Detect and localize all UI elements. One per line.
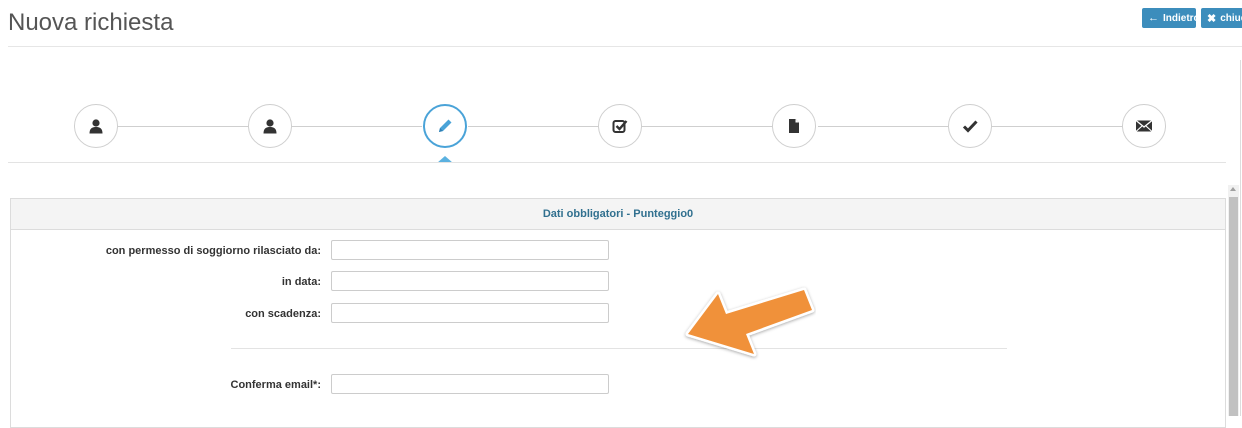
arrow-left-icon: ← [1148, 12, 1159, 24]
wizard-connector [118, 126, 248, 127]
form-row-date: in data: [11, 271, 1225, 293]
form-separator [231, 348, 1007, 349]
scrollbar[interactable] [1228, 185, 1239, 416]
mandatory-data-panel: Dati obbligatori - Punteggio0 con permes… [10, 198, 1226, 428]
expiry-input[interactable] [331, 303, 609, 323]
pencil-icon [439, 119, 452, 132]
close-button-label: chiud [1220, 12, 1242, 24]
wizard-connector [818, 126, 948, 127]
scroll-up-icon[interactable] [1230, 187, 1236, 191]
permit-issued-by-input[interactable] [331, 240, 609, 260]
date-input[interactable] [331, 271, 609, 291]
window-edge [1240, 60, 1241, 416]
check-square-icon [612, 120, 628, 133]
panel-title: Dati obbligatori - Punteggio0 [11, 199, 1225, 230]
scrollbar-thumb[interactable] [1229, 197, 1238, 416]
form-row-permit: con permesso di soggiorno rilasciato da: [11, 240, 1225, 262]
confirm-email-label: Conferma email*: [230, 379, 321, 391]
wizard-step-3[interactable] [423, 104, 467, 148]
wizard-connector [992, 126, 1122, 127]
wizard-connector [642, 126, 772, 127]
wizard-connector [292, 126, 422, 127]
orange-arrow-icon [685, 287, 815, 357]
wizard-step-5[interactable] [772, 104, 816, 148]
wizard-step-7[interactable] [1122, 104, 1166, 148]
wizard-divider [8, 162, 1226, 163]
permit-label: con permesso di soggiorno rilasciato da: [105, 245, 321, 257]
close-icon: ✖ [1207, 12, 1217, 25]
date-label: in data: [281, 276, 321, 288]
user-icon [89, 119, 103, 134]
back-button[interactable]: ← Indietro [1142, 8, 1196, 28]
wizard-step-2[interactable] [248, 104, 292, 148]
user-icon [263, 119, 277, 134]
header-divider [8, 46, 1242, 47]
envelope-icon [1135, 119, 1153, 132]
back-button-label: Indietro [1163, 12, 1196, 24]
form-row-expiry: con scadenza: [11, 303, 1225, 325]
wizard-connector [468, 126, 598, 127]
file-icon [789, 119, 799, 133]
wizard-step-4[interactable] [598, 104, 642, 148]
wizard-step-6[interactable] [948, 104, 992, 148]
checkmark-icon [962, 120, 978, 133]
page-title: Nuova richiesta [8, 9, 174, 36]
confirm-email-input[interactable] [331, 374, 609, 394]
form-row-email: Conferma email*: [11, 374, 1225, 396]
expiry-label: con scadenza: [245, 308, 321, 320]
wizard-step-1[interactable] [74, 104, 118, 148]
close-button[interactable]: ✖ chiud [1201, 8, 1242, 28]
